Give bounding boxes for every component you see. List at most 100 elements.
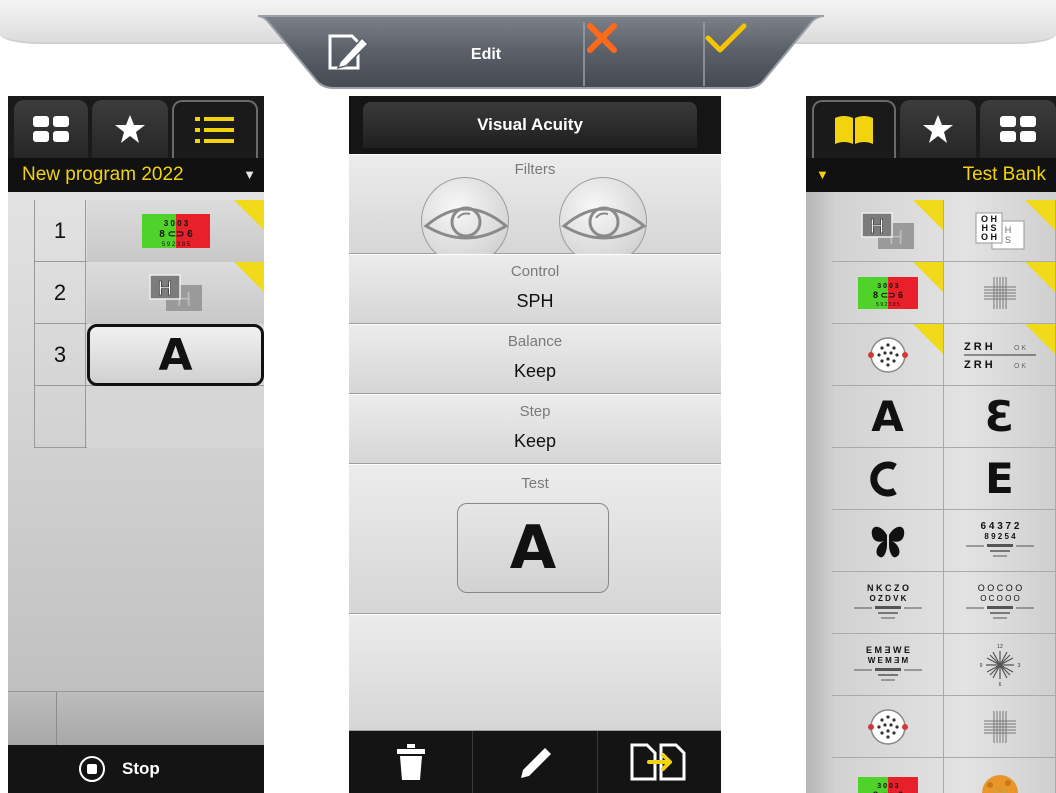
edit-label: Edit	[470, 46, 502, 63]
flag-marker-icon	[913, 262, 943, 292]
left-eye-filter-button[interactable]	[421, 177, 509, 265]
tab-grid[interactable]	[14, 100, 88, 158]
test-item[interactable]: N K C Z O O Z D V K	[832, 572, 944, 634]
row-thumbnail[interactable]: A	[87, 324, 264, 386]
svg-text:H: H	[157, 278, 171, 300]
step-label: Step	[519, 403, 551, 420]
row-number: 2	[34, 262, 86, 324]
edit-test-button[interactable]	[472, 731, 596, 793]
test-label: Test	[521, 475, 549, 492]
test-item[interactable]: 3 0 0 3 8 ⊂⊃ 6	[832, 758, 944, 793]
delete-button[interactable]	[349, 731, 472, 793]
test-item[interactable]: E	[944, 448, 1056, 510]
svg-text:8 ⊂⊃ 6: 8 ⊂⊃ 6	[872, 290, 902, 300]
action-bar	[349, 731, 721, 793]
landolt-chart-icon: O O C O O O C O O O	[965, 583, 1034, 619]
flag-marker-icon	[1025, 262, 1055, 292]
tab-grid[interactable]	[980, 100, 1056, 158]
program-row[interactable]: 2 H H	[34, 262, 264, 324]
program-row-selected[interactable]: 3 A	[34, 324, 264, 386]
row-thumbnail[interactable]: H H	[87, 262, 264, 324]
svg-text:Z R H: Z R H	[964, 341, 993, 353]
panel-title: Visual Acuity	[363, 102, 697, 148]
red-green-test-icon: 3 0 0 3 8 ⊂⊃ 6	[857, 776, 918, 793]
cross-cylinder-icon	[983, 276, 1016, 309]
svg-text:O H: O H	[980, 232, 996, 242]
book-icon	[835, 116, 873, 144]
row-number	[34, 386, 86, 448]
test-item[interactable]: Ɛ	[944, 386, 1056, 448]
svg-text:12: 12	[997, 644, 1003, 650]
program-footer	[8, 691, 264, 746]
pencil-icon	[520, 748, 551, 778]
flag-marker-icon	[234, 262, 264, 292]
test-item[interactable]: H H	[832, 200, 944, 262]
flag-marker-icon	[1025, 200, 1055, 230]
svg-text:S: S	[1004, 235, 1010, 245]
program-row[interactable]: 1 3 0 0 3 8 ⊂⊃ 6 5 9 2 3 8 5	[34, 200, 264, 262]
tab-test-bank[interactable]	[812, 100, 896, 158]
chart-line: 8 9 2 5 4	[984, 532, 1016, 541]
program-panel: New program 2022 ▼ 1 3 0 0 3 8 ⊂⊃ 6 5 9 …	[8, 96, 264, 793]
landolt-c-icon	[869, 461, 897, 496]
control-value: SPH	[516, 291, 554, 311]
row-number: 3	[34, 324, 86, 386]
test-item[interactable]	[832, 448, 944, 510]
balance-value: Keep	[513, 361, 557, 381]
stop-bar: Stop	[8, 745, 264, 793]
svg-text:3 0 0 3: 3 0 0 3	[163, 219, 188, 228]
trash-icon	[396, 744, 425, 780]
stop-label: Stop	[122, 759, 160, 778]
program-row-empty[interactable]	[34, 386, 264, 448]
test-item[interactable]	[944, 262, 1056, 324]
tab-favorites[interactable]	[900, 100, 976, 158]
copy-to-program-button[interactable]	[596, 731, 721, 793]
tab-program-list[interactable]	[172, 100, 258, 158]
edit-button[interactable]: Edit	[314, 20, 584, 82]
test-section: Test A	[349, 464, 721, 614]
test-item[interactable]: 16	[944, 758, 1056, 793]
test-item[interactable]	[832, 324, 944, 386]
test-item[interactable]: E M Ǝ W E W E M Ǝ M	[832, 634, 944, 696]
test-item[interactable]: Z R HO K Z R HO K	[944, 324, 1056, 386]
test-item[interactable]: O O C O O O C O O O	[944, 572, 1056, 634]
program-selector[interactable]: New program 2022 ▼	[8, 158, 264, 192]
divider	[56, 692, 57, 746]
title-bar: Visual Acuity	[349, 96, 721, 154]
right-eye-filter-button[interactable]	[559, 177, 647, 265]
cancel-button[interactable]	[584, 20, 704, 82]
test-item[interactable]	[832, 696, 944, 758]
test-item[interactable]	[944, 696, 1056, 758]
svg-text:3: 3	[1017, 663, 1020, 669]
test-item[interactable]: 12 6 9 3	[944, 634, 1056, 696]
row-thumbnail[interactable]	[87, 386, 264, 448]
test-item[interactable]	[832, 510, 944, 572]
balance-section[interactable]: Balance Keep	[349, 324, 721, 394]
chart-line: N K C Z O	[867, 583, 909, 593]
plate-number: 16	[992, 785, 1008, 793]
test-preview-button[interactable]: A	[457, 503, 609, 593]
row-thumbnail[interactable]: 3 0 0 3 8 ⊂⊃ 6 5 9 2 3 8 5	[87, 200, 264, 262]
letter-chart-icon: N K C Z O O Z D V K	[853, 583, 922, 619]
control-label: Control	[510, 263, 560, 280]
cross-cylinder-icon	[983, 710, 1016, 743]
step-section[interactable]: Step Keep	[349, 394, 721, 464]
letter-a-icon: A	[158, 329, 193, 381]
control-section[interactable]: Control SPH	[349, 254, 721, 324]
test-bank-selector[interactable]: ▼ Test Bank	[806, 158, 1056, 192]
eye-icon	[561, 206, 647, 240]
test-bank-title: Test Bank	[962, 164, 1046, 185]
test-item[interactable]: 3 0 0 3 8 ⊂⊃ 6 5 9 2 3 8 5	[832, 262, 944, 324]
svg-text:8 ⊂⊃ 6: 8 ⊂⊃ 6	[159, 229, 193, 240]
test-item[interactable]: H S O H H S O H	[944, 200, 1056, 262]
stop-button[interactable]: Stop	[78, 753, 160, 785]
tab-favorites[interactable]	[92, 100, 168, 158]
filters-label: Filters	[514, 161, 556, 178]
test-item[interactable]: 6 4 3 7 2 8 9 2 5 4	[944, 510, 1056, 572]
confirm-button[interactable]	[704, 20, 794, 82]
svg-text:Z R H: Z R H	[964, 359, 993, 371]
eye-icon	[423, 206, 509, 240]
h-chart-icon: H H	[860, 211, 914, 249]
test-item[interactable]: A	[832, 386, 944, 448]
chart-line: 6 4 3 7 2	[980, 521, 1019, 532]
